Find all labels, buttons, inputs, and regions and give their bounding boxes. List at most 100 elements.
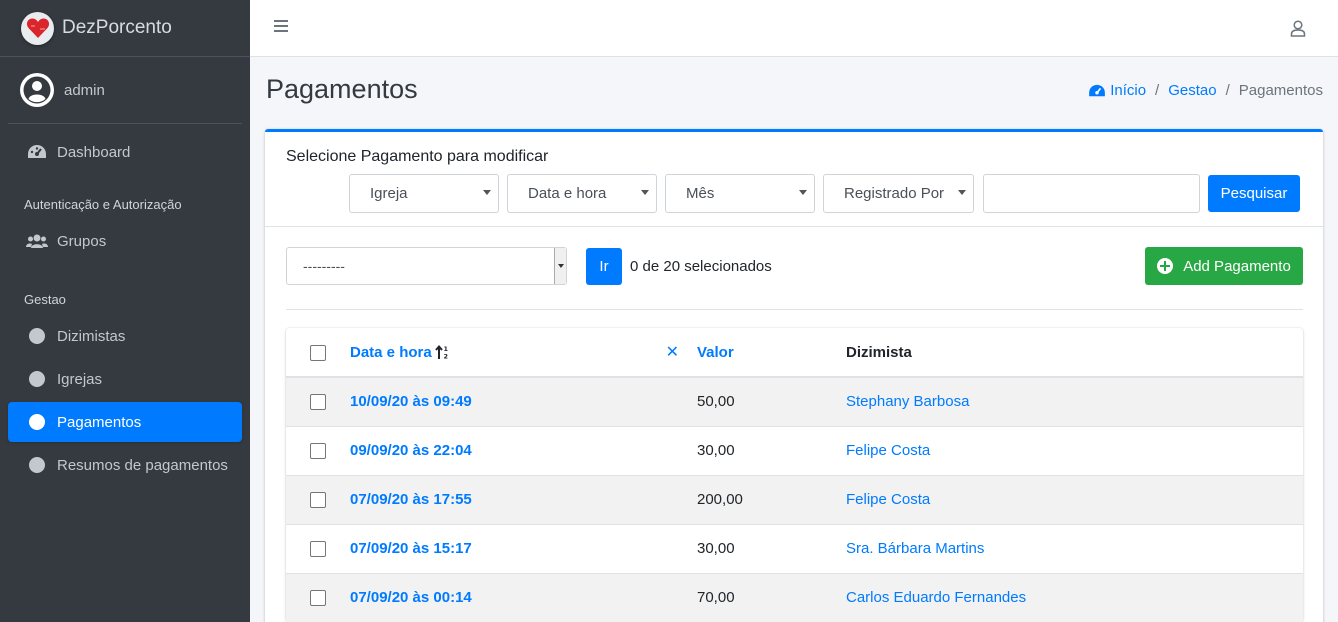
table-row: 07/09/20 às 00:14 70,00 Carlos Eduardo F… [286, 572, 1303, 622]
breadcrumb-current: Pagamentos [1238, 82, 1323, 99]
users-icon [26, 233, 48, 249]
breadcrumb-section[interactable]: Gestao [1168, 82, 1216, 99]
user-panel[interactable]: admin [8, 57, 242, 124]
card-title: Selecione Pagamento para modificar [286, 148, 549, 165]
row-checkbox[interactable] [310, 492, 326, 509]
filter-label: Data e hora [528, 185, 607, 202]
nav-header-gestao: Gestao [24, 292, 66, 307]
sidebar-item-dashboard[interactable]: Dashboard [8, 132, 242, 172]
row-dizimista-link[interactable]: Stephany Barbosa [846, 393, 969, 410]
go-button[interactable]: Ir [586, 248, 622, 285]
brand-link[interactable]: DezPorcento [0, 0, 250, 57]
breadcrumb-separator: / [1225, 82, 1230, 99]
bars-icon[interactable] [274, 20, 288, 34]
brand-name: DezPorcento [62, 17, 172, 38]
page-title: Pagamentos [266, 74, 418, 104]
table-row: 09/09/20 às 22:04 30,00 Felipe Costa [286, 425, 1303, 475]
circle-icon [26, 328, 48, 344]
filter-igreja[interactable]: Igreja [349, 174, 499, 213]
plus-circle-icon [1157, 258, 1174, 274]
table-row: 07/09/20 às 17:55 200,00 Felipe Costa [286, 474, 1303, 524]
caret-down-icon [799, 190, 807, 195]
user-outline-icon[interactable] [1290, 20, 1306, 41]
sidebar-item-groups[interactable]: Grupos [8, 221, 242, 261]
row-valor: 50,00 [697, 376, 846, 426]
filter-registrado-por[interactable]: Registrado Por [823, 174, 974, 213]
sidebar-nav: Dashboard Autenticação e Autorização Gru… [0, 124, 250, 485]
top-navbar [250, 0, 1338, 57]
card-header: Selecione Pagamento para modificar Igrej… [265, 132, 1323, 227]
caret-down-icon [554, 248, 566, 284]
search-button[interactable]: Pesquisar [1208, 175, 1300, 212]
action-select-value: --------- [303, 258, 345, 274]
table-row: 07/09/20 às 15:17 30,00 Sra. Bárbara Mar… [286, 523, 1303, 573]
svg-text:2: 2 [443, 353, 448, 361]
search-input[interactable] [983, 174, 1200, 213]
row-checkbox[interactable] [310, 590, 326, 607]
sidebar-item-label: Grupos [57, 232, 107, 250]
row-date-link[interactable]: 07/09/20 às 00:14 [350, 589, 472, 606]
user-circle-icon [20, 73, 54, 107]
circle-icon [26, 414, 48, 430]
row-dizimista-link[interactable]: Carlos Eduardo Fernandes [846, 589, 1026, 606]
filter-mes[interactable]: Mês [665, 174, 815, 213]
circle-icon [26, 457, 48, 473]
add-button-label: Add Pagamento [1183, 257, 1291, 275]
row-valor: 30,00 [697, 425, 846, 475]
row-checkbox[interactable] [310, 394, 326, 411]
header-date: Data e hora 12 ✕ [350, 328, 697, 378]
row-dizimista-link[interactable]: Sra. Bárbara Martins [846, 540, 984, 557]
row-checkbox[interactable] [310, 443, 326, 460]
filter-label: Mês [686, 185, 715, 202]
sidebar-item-dizimistas[interactable]: Dizimistas [8, 316, 242, 356]
row-date-link[interactable]: 07/09/20 às 17:55 [350, 491, 472, 508]
sidebar-item-label: Igrejas [57, 370, 103, 388]
sidebar-item-label: Dashboard [57, 143, 131, 161]
header-checkbox-cell [286, 328, 350, 378]
header-valor: Valor [697, 328, 846, 378]
sidebar: DezPorcento admin Dashboard Autenticação… [0, 0, 250, 622]
filter-label: Igreja [370, 185, 408, 202]
sidebar-item-label: Resumos de pagamentos [57, 456, 228, 474]
sidebar-item-igrejas[interactable]: Igrejas [8, 359, 242, 399]
sidebar-item-resumos[interactable]: Resumos de pagamentos [8, 445, 242, 485]
selected-count: 0 de 20 selecionados [630, 258, 772, 275]
tachometer-icon [1088, 84, 1106, 98]
caret-down-icon [483, 190, 491, 195]
header-dizimista: Dizimista [846, 328, 1303, 378]
nav-header-auth: Autenticação e Autorização [24, 197, 182, 212]
user-name: admin [64, 81, 105, 99]
tachometer-icon [26, 144, 48, 160]
changelist-card: Selecione Pagamento para modificar Igrej… [265, 129, 1323, 622]
circle-icon [26, 371, 48, 387]
sort-valor-link[interactable]: Valor [697, 344, 734, 361]
row-checkbox[interactable] [310, 541, 326, 558]
row-date-link[interactable]: 07/09/20 às 15:17 [350, 540, 472, 557]
sort-ascending-icon[interactable]: 12 [434, 344, 449, 361]
breadcrumb-home[interactable]: Início [1088, 82, 1146, 99]
row-valor: 30,00 [697, 523, 846, 573]
heart-logo-icon [21, 11, 54, 45]
sidebar-item-label: Dizimistas [57, 327, 126, 345]
results-table: Data e hora 12 ✕ Valor Dizimista 10/09/2… [286, 328, 1303, 622]
row-dizimista-link[interactable]: Felipe Costa [846, 491, 930, 508]
caret-down-icon [958, 190, 966, 195]
row-dizimista-link[interactable]: Felipe Costa [846, 442, 930, 459]
table-header-row: Data e hora 12 ✕ Valor Dizimista [286, 328, 1303, 378]
filter-data-hora[interactable]: Data e hora [507, 174, 657, 213]
row-date-link[interactable]: 09/09/20 às 22:04 [350, 442, 472, 459]
sort-date-link[interactable]: Data e hora [350, 344, 432, 361]
action-select[interactable]: --------- [286, 247, 567, 285]
sidebar-item-pagamentos[interactable]: Pagamentos [8, 402, 242, 442]
row-valor: 70,00 [697, 572, 846, 622]
table-row: 10/09/20 às 09:49 50,00 Stephany Barbosa [286, 376, 1303, 426]
caret-down-icon [641, 190, 649, 195]
remove-sort-icon[interactable]: ✕ [666, 342, 679, 362]
breadcrumb-home-label: Início [1110, 82, 1147, 99]
row-date-link[interactable]: 10/09/20 às 09:49 [350, 393, 472, 410]
breadcrumb: Início / Gestao / Pagamentos [1088, 82, 1323, 99]
sidebar-item-label: Pagamentos [57, 413, 142, 431]
add-pagamento-button[interactable]: Add Pagamento [1145, 247, 1303, 285]
breadcrumb-separator: / [1155, 82, 1160, 99]
select-all-checkbox[interactable] [310, 344, 326, 361]
